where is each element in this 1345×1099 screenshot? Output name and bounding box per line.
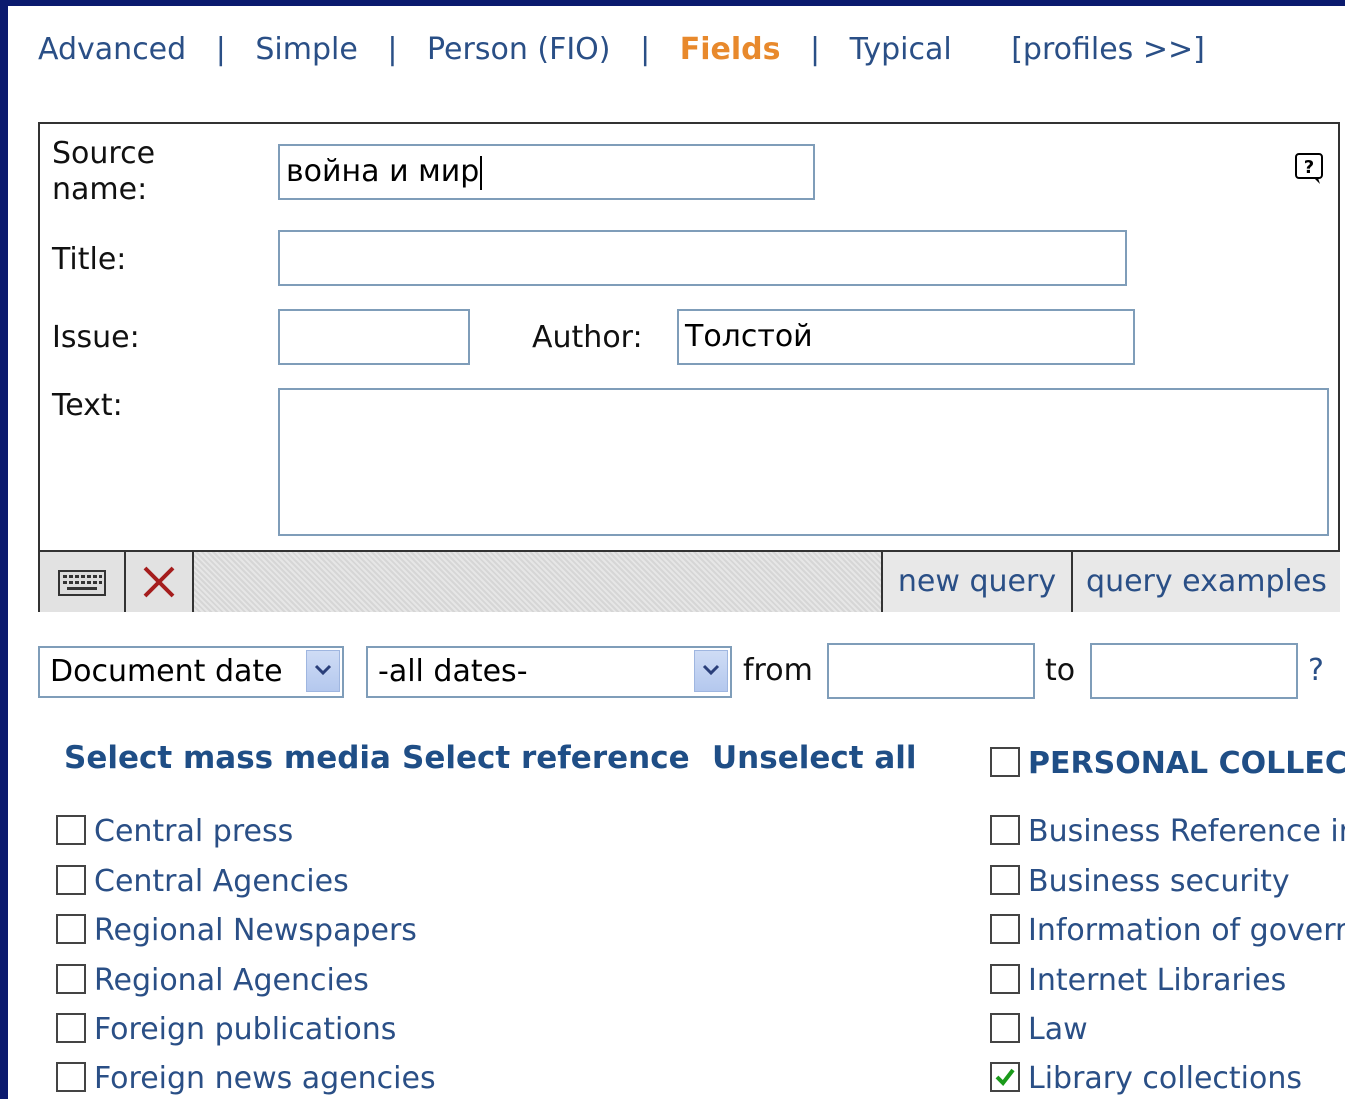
author-input[interactable]: Толстой <box>677 309 1135 365</box>
nav-person[interactable]: Person (FIO) <box>427 32 610 67</box>
list-item-label: Regional Newspapers <box>94 913 417 948</box>
author-label: Author: <box>532 320 643 355</box>
list-item[interactable]: Business Reference ir <box>990 812 1345 852</box>
checkbox[interactable] <box>990 814 1020 845</box>
personal-collections-title: PERSONAL COLLECT <box>1028 746 1345 781</box>
date-range-value: -all dates- <box>378 654 528 689</box>
date-range-select[interactable]: -all dates- <box>366 646 732 698</box>
nav-simple[interactable]: Simple <box>255 32 357 67</box>
list-item-label: Business Reference ir <box>1028 814 1345 849</box>
checkmark-icon <box>995 1068 1015 1086</box>
nav-advanced[interactable]: Advanced <box>38 32 186 67</box>
list-item[interactable]: Business security <box>990 862 1290 902</box>
list-item[interactable]: Foreign news agencies <box>56 1059 436 1099</box>
list-item[interactable]: Law <box>990 1010 1088 1050</box>
list-item-label: Internet Libraries <box>1028 963 1287 998</box>
list-item-label: Library collections <box>1028 1061 1302 1096</box>
source-name-label: Source name: <box>52 136 156 207</box>
nav-profiles[interactable]: [profiles >>] <box>1011 32 1205 67</box>
list-item-label: Foreign publications <box>94 1012 397 1047</box>
date-help-link[interactable]: ? <box>1308 653 1324 688</box>
list-item-label: Foreign news agencies <box>94 1061 436 1096</box>
title-label: Title: <box>52 242 127 277</box>
date-type-value: Document date <box>50 654 283 689</box>
text-caret <box>480 155 483 190</box>
source-name-value: война и мир <box>286 154 480 189</box>
text-label: Text: <box>52 388 123 423</box>
list-item[interactable]: Regional Agencies <box>56 961 369 1001</box>
list-item-label: Law <box>1028 1012 1088 1047</box>
search-page: Advanced | Simple | Person (FIO) | Field… <box>8 6 1345 1099</box>
date-to-input[interactable] <box>1090 643 1298 699</box>
list-item-label: Central press <box>94 814 294 849</box>
checkbox[interactable] <box>56 864 86 895</box>
checkbox[interactable] <box>56 913 86 944</box>
issue-input[interactable] <box>278 309 470 365</box>
form-toolbar: new query query examples <box>40 550 1340 612</box>
list-item[interactable]: Central Agencies <box>56 862 349 902</box>
checkbox[interactable] <box>56 1012 86 1043</box>
list-item[interactable]: Central press <box>56 812 293 852</box>
keyboard-button[interactable] <box>40 552 126 612</box>
new-query-link[interactable]: new query <box>881 552 1071 612</box>
list-item[interactable]: Library collections <box>990 1059 1302 1099</box>
chevron-down-icon[interactable] <box>694 650 728 692</box>
list-item[interactable]: Internet Libraries <box>990 961 1286 1001</box>
date-type-select[interactable]: Document date <box>38 646 344 698</box>
list-item[interactable]: Regional Newspapers <box>56 911 417 951</box>
personal-collections-checkbox[interactable] <box>990 746 1020 777</box>
search-mode-nav: Advanced | Simple | Person (FIO) | Field… <box>38 32 1205 67</box>
close-icon <box>143 566 175 598</box>
checkbox[interactable] <box>990 864 1020 895</box>
personal-collections-header: PERSONAL COLLECT <box>990 746 1345 781</box>
keyboard-icon <box>58 570 106 596</box>
query-examples-link[interactable]: query examples <box>1071 552 1340 612</box>
list-item-label: Regional Agencies <box>94 963 369 998</box>
nav-separator: | <box>215 32 226 67</box>
from-label: from <box>743 653 813 688</box>
date-from-input[interactable] <box>827 643 1035 699</box>
checkbox[interactable] <box>990 1012 1020 1043</box>
title-input[interactable] <box>278 230 1127 286</box>
source-name-input[interactable]: война и мир <box>278 144 815 200</box>
svg-text:?: ? <box>1304 157 1314 178</box>
nav-typical[interactable]: Typical <box>850 32 952 67</box>
checkbox[interactable] <box>56 814 86 845</box>
checkbox[interactable] <box>56 1061 86 1092</box>
text-input[interactable] <box>278 388 1329 536</box>
nav-fields[interactable]: Fields <box>680 32 781 67</box>
select-reference-link[interactable]: Select reference <box>402 740 690 776</box>
nav-separator: | <box>810 32 821 67</box>
checkbox[interactable] <box>990 963 1020 994</box>
list-item[interactable]: Information of goverr <box>990 911 1345 951</box>
search-form: Source name: война и мир ? Title: Issue:… <box>38 122 1340 612</box>
nav-separator: | <box>640 32 651 67</box>
list-item[interactable]: Foreign publications <box>56 1010 396 1050</box>
nav-separator: | <box>387 32 398 67</box>
checkbox[interactable] <box>990 913 1020 944</box>
select-mass-media-link[interactable]: Select mass media <box>64 740 391 776</box>
list-item-label: Information of goverr <box>1028 913 1345 948</box>
list-item-label: Central Agencies <box>94 864 349 899</box>
list-item-label: Business security <box>1028 864 1290 899</box>
unselect-all-link[interactable]: Unselect all <box>712 740 917 776</box>
checkbox-checked[interactable] <box>990 1061 1020 1092</box>
chevron-down-icon[interactable] <box>306 650 340 692</box>
help-icon[interactable]: ? <box>1294 152 1324 186</box>
to-label: to <box>1045 653 1076 688</box>
clear-button[interactable] <box>126 552 194 612</box>
checkbox[interactable] <box>56 963 86 994</box>
issue-label: Issue: <box>52 320 140 355</box>
